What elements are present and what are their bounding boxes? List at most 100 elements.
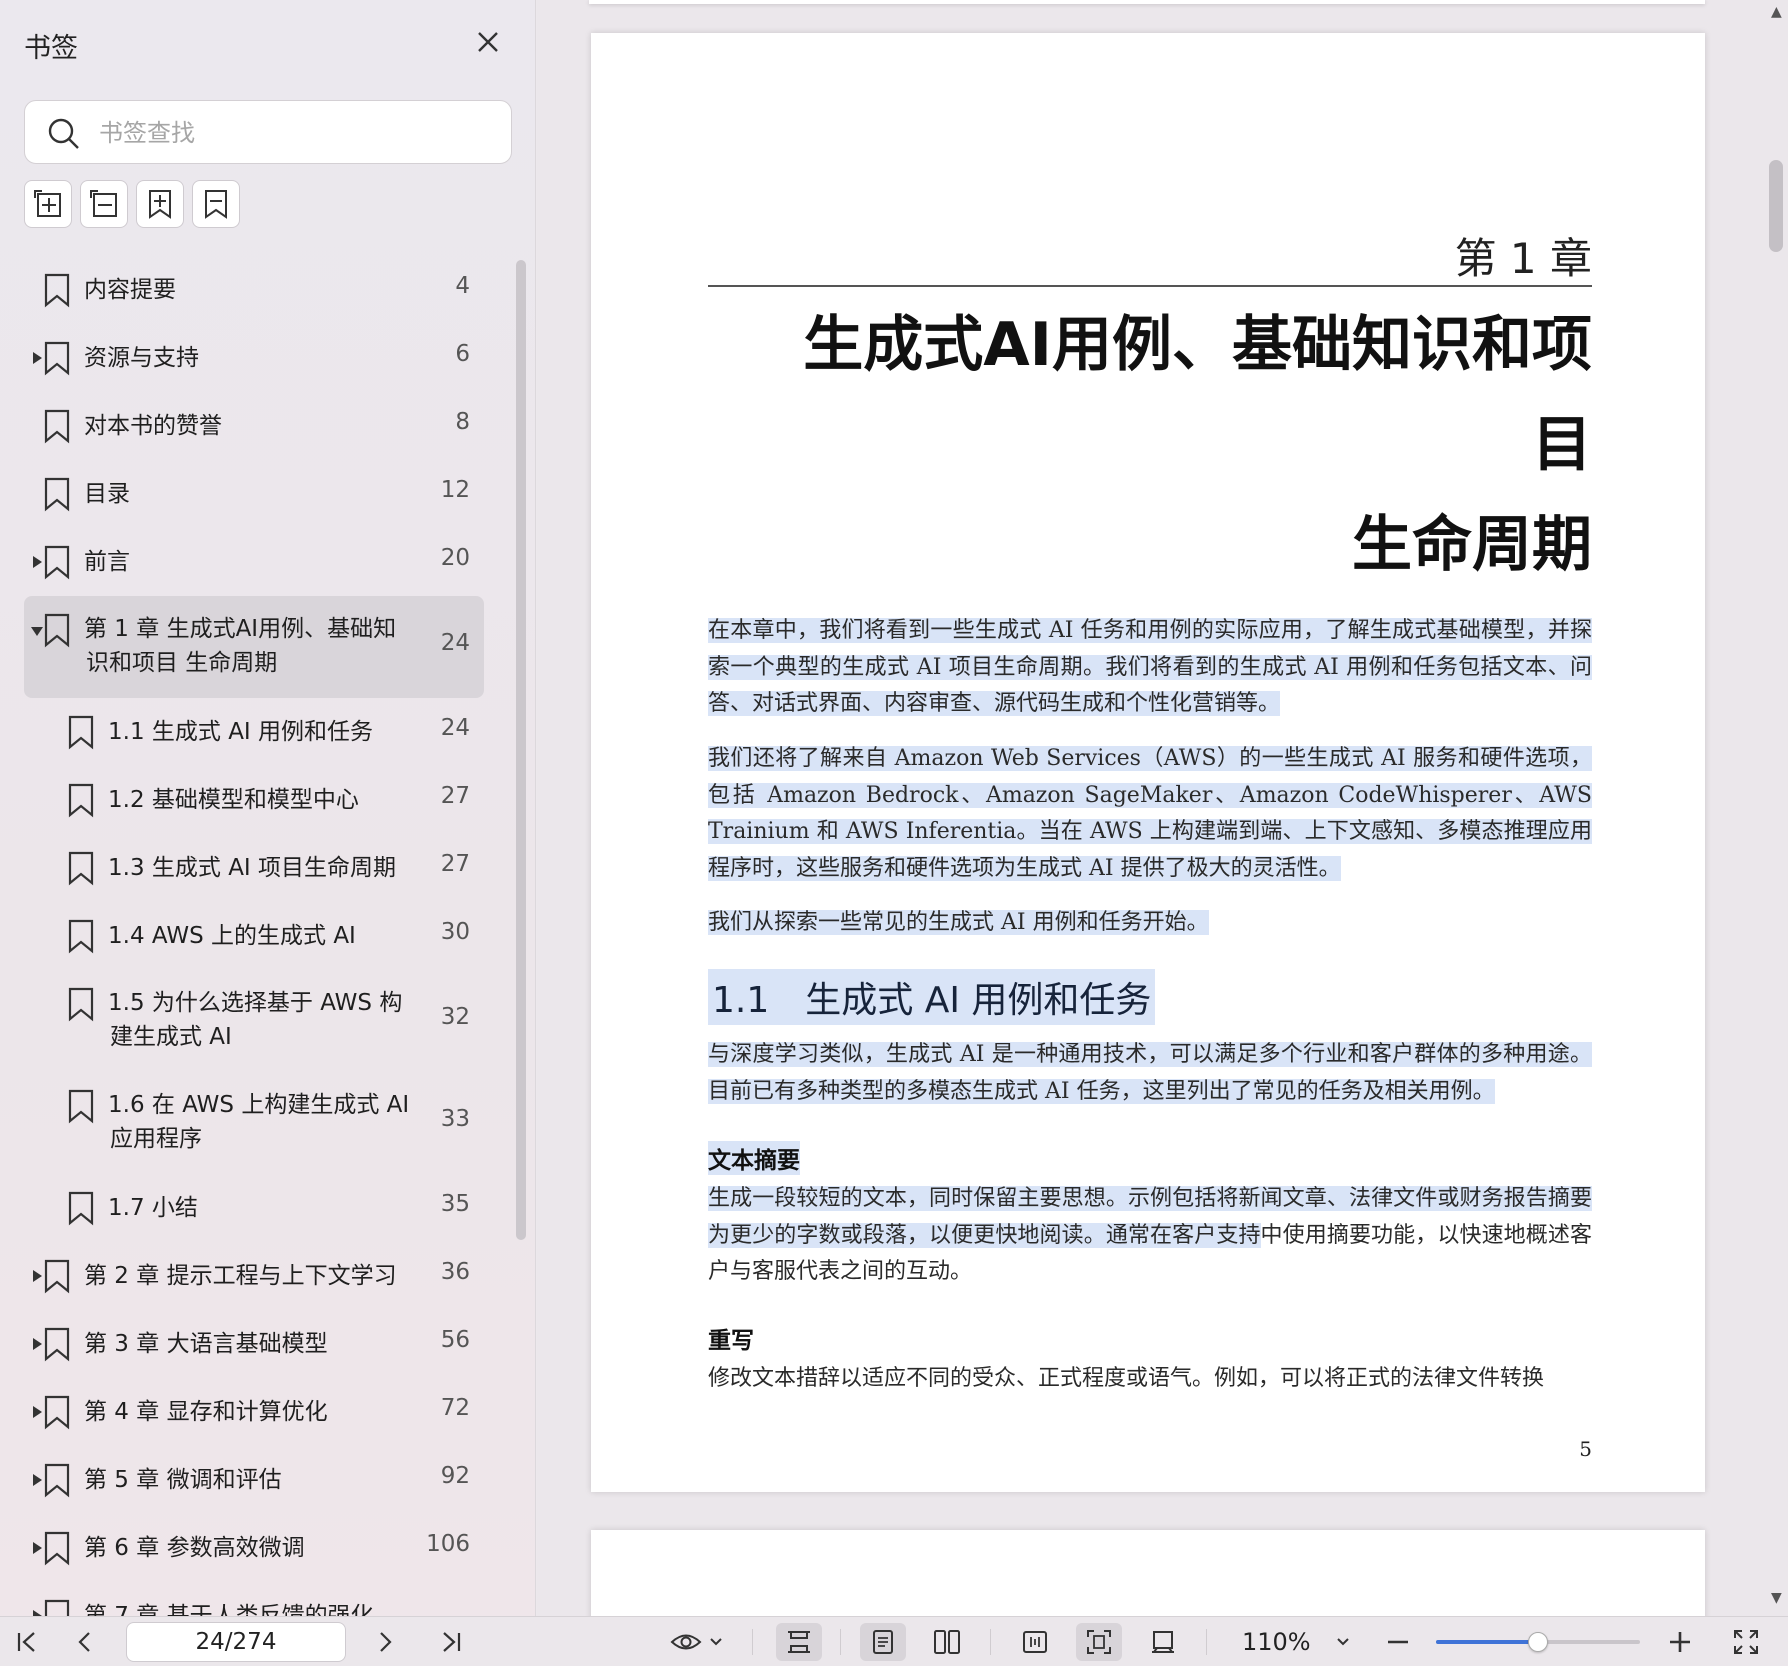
- bookmark-label: 对本书的赞誉: [84, 413, 222, 439]
- bookmark-item[interactable]: 第 6 章 参数高效微调 106: [24, 1514, 484, 1582]
- bookmark-item[interactable]: 第 4 章 显存和计算优化 72: [24, 1378, 484, 1446]
- bookmark-item[interactable]: 1.1 生成式 AI 用例和任务 24: [24, 698, 484, 766]
- bookmark-item[interactable]: 第 1 章 生成式AI用例、基础知 识和项目 生命周期 24: [24, 596, 484, 698]
- bookmark-page-number: 6: [455, 341, 470, 367]
- bookmark-item[interactable]: 第 2 章 提示工程与上下文学习 36: [24, 1242, 484, 1310]
- fit-page-button[interactable]: [1076, 1623, 1122, 1661]
- bookmark-item[interactable]: 1.4 AWS 上的生成式 AI 30: [24, 902, 484, 970]
- subsection-title[interactable]: 文本摘要: [708, 1141, 800, 1175]
- bookmark-item[interactable]: 1.3 生成式 AI 项目生命周期 27: [24, 834, 484, 902]
- fit-width-button[interactable]: [1012, 1623, 1058, 1661]
- bottom-toolbar: 110%: [0, 1616, 1788, 1666]
- bookmark-page-number: 20: [440, 545, 470, 571]
- zoom-slider[interactable]: [1436, 1632, 1640, 1652]
- bookmark-page-number: 24: [440, 630, 470, 656]
- zoom-out-button[interactable]: [1378, 1623, 1418, 1661]
- paragraph[interactable]: 我们从探索一些常见的生成式 AI 用例和任务开始。: [708, 905, 1592, 942]
- bookmark-item[interactable]: 1.2 基础模型和模型中心 27: [24, 766, 484, 834]
- bookmark-label: 内容提要: [84, 277, 176, 303]
- scroll-up-arrow[interactable]: ▲: [1771, 4, 1782, 20]
- bookmark-page-number: 106: [426, 1531, 470, 1557]
- chapter-number: 第 1 章: [1454, 234, 1592, 283]
- remove-bookmark-icon: [205, 190, 227, 219]
- last-page-icon: [443, 1632, 461, 1652]
- paragraph[interactable]: 修改文本措辞以适应不同的受众、正式程度或语气。例如，可以将正式的法律文件转换: [708, 1361, 1592, 1398]
- paragraph[interactable]: 生成一段较短的文本，同时保留主要思想。示例包括将新闻文章、法律文件或财务报告摘要…: [708, 1181, 1592, 1291]
- chapter-title: 生成式AI用例、基础知识和项目 生命周期: [792, 295, 1592, 595]
- scroll-down-arrow[interactable]: ▼: [1771, 1590, 1782, 1606]
- bookmark-item[interactable]: 内容提要 4: [24, 256, 484, 324]
- continuous-scroll-button[interactable]: [776, 1623, 822, 1661]
- separator: [990, 1629, 991, 1655]
- paragraph[interactable]: 我们还将了解来自 Amazon Web Services（AWS）的一些生成式 …: [708, 741, 1592, 887]
- bookmark-label-line: 第 1 章 生成式AI用例、基础知: [84, 616, 397, 642]
- bookmark-icon: [44, 1463, 70, 1498]
- collapse-all-button[interactable]: [80, 180, 128, 228]
- page-number-input[interactable]: [126, 1622, 346, 1662]
- bookmark-item[interactable]: 资源与支持 6: [24, 324, 484, 392]
- bookmark-label-line: 建生成式 AI: [110, 1024, 232, 1050]
- bookmark-item[interactable]: 第 5 章 微调和评估 92: [24, 1446, 484, 1514]
- document-scrollbar-thumb[interactable]: [1769, 160, 1783, 252]
- paragraph[interactable]: 在本章中，我们将看到一些生成式 AI 任务和用例的实际应用，了解生成式基础模型，…: [708, 613, 1592, 723]
- expand-all-icon: [34, 190, 61, 217]
- bookmark-icon: [44, 273, 70, 308]
- highlighted-text: 我们还将了解来自 Amazon Web Services（AWS）的一些生成式 …: [708, 746, 1592, 881]
- last-page-button[interactable]: [432, 1623, 470, 1661]
- zoom-dropdown[interactable]: [1328, 1623, 1358, 1661]
- bookmark-label: 第 2 章 提示工程与上下文学习: [84, 1263, 397, 1289]
- next-page[interactable]: [591, 1530, 1705, 1616]
- bookmark-label: 1.1 生成式 AI 用例和任务: [108, 719, 374, 745]
- zoom-in-button[interactable]: [1660, 1623, 1700, 1661]
- bookmark-label-line: 1.6 在 AWS 上构建生成式 AI: [108, 1092, 410, 1118]
- remove-bookmark-button[interactable]: [192, 180, 240, 228]
- fullscreen-button[interactable]: [1726, 1623, 1766, 1661]
- bookmark-scrollbar[interactable]: [516, 260, 526, 1240]
- first-page-button[interactable]: [8, 1623, 46, 1661]
- bookmark-page-number: 72: [440, 1395, 470, 1421]
- expand-all-button[interactable]: [24, 180, 72, 228]
- bookmark-item[interactable]: 目录 12: [24, 460, 484, 528]
- bookmark-page-number: 27: [440, 851, 470, 877]
- bookmark-page-number: 33: [440, 1106, 470, 1132]
- close-icon[interactable]: [470, 24, 506, 60]
- bookmark-item[interactable]: 1.5 为什么选择基于 AWS 构建生成式 AI 32: [24, 970, 484, 1072]
- bookmark-icon: [44, 545, 70, 580]
- search-icon: [48, 118, 79, 149]
- zoom-level[interactable]: 110%: [1242, 1628, 1311, 1656]
- bookmark-item[interactable]: 第 7 章 基于人类反馈的强化: [24, 1582, 484, 1616]
- bookmark-item[interactable]: 1.6 在 AWS 上构建生成式 AI 应用程序 33: [24, 1072, 484, 1174]
- paragraph[interactable]: 与深度学习类似，生成式 AI 是一种通用技术，可以满足多个行业和客户群体的多种用…: [708, 1037, 1592, 1110]
- bookmark-item[interactable]: 1.7 小结 35: [24, 1174, 484, 1242]
- bookmark-label: 第 5 章 微调和评估: [84, 1467, 282, 1493]
- bookmark-icon: [44, 1327, 70, 1362]
- bookmark-label: 1.7 小结: [108, 1195, 198, 1221]
- bookmark-icon: [44, 613, 70, 648]
- bookmark-label: 第 3 章 大语言基础模型: [84, 1331, 328, 1357]
- document-viewer[interactable]: 第 1 章 生成式AI用例、基础知识和项目 生命周期 在本章中，我们将看到一些生…: [537, 0, 1788, 1616]
- text: 修改文本措辞以适应不同的受众、正式程度或语气。例如，可以将正式的法律文件转换: [708, 1366, 1545, 1391]
- single-page-button[interactable]: [860, 1623, 906, 1661]
- bookmark-item[interactable]: 对本书的赞誉 8: [24, 392, 484, 460]
- bookmark-label: 1.5 为什么选择基于 AWS 构建生成式 AI: [108, 986, 402, 1054]
- chevron-down-icon: [710, 1638, 722, 1646]
- view-mode-button[interactable]: [664, 1623, 730, 1661]
- zoom-slider-thumb[interactable]: [1528, 1632, 1548, 1652]
- bookmark-label: 1.2 基础模型和模型中心: [108, 787, 359, 813]
- section-title[interactable]: 1.1 生成式 AI 用例和任务: [708, 969, 1156, 1025]
- rotate-button[interactable]: [1140, 1623, 1186, 1661]
- continuous-scroll-icon: [788, 1631, 810, 1653]
- subsection-title[interactable]: 重写: [708, 1321, 754, 1355]
- prev-page-button[interactable]: [66, 1623, 104, 1661]
- two-page-button[interactable]: [924, 1623, 970, 1661]
- add-bookmark-button[interactable]: [136, 180, 184, 228]
- bookmark-page-number: 8: [455, 409, 470, 435]
- bookmark-panel: 书签 书签查找 内容提要 4 资源与支持 6 对本书的赞誉 8 目录 12 前言…: [0, 0, 536, 1616]
- next-page-button[interactable]: [366, 1623, 404, 1661]
- bookmark-item[interactable]: 前言 20: [24, 528, 484, 596]
- bookmark-item[interactable]: 第 3 章 大语言基础模型 56: [24, 1310, 484, 1378]
- zoom-slider-fill: [1436, 1640, 1538, 1644]
- bookmark-icon: [68, 1089, 94, 1124]
- bookmark-search-input[interactable]: [99, 111, 499, 155]
- document-page[interactable]: 第 1 章 生成式AI用例、基础知识和项目 生命周期 在本章中，我们将看到一些生…: [591, 33, 1705, 1492]
